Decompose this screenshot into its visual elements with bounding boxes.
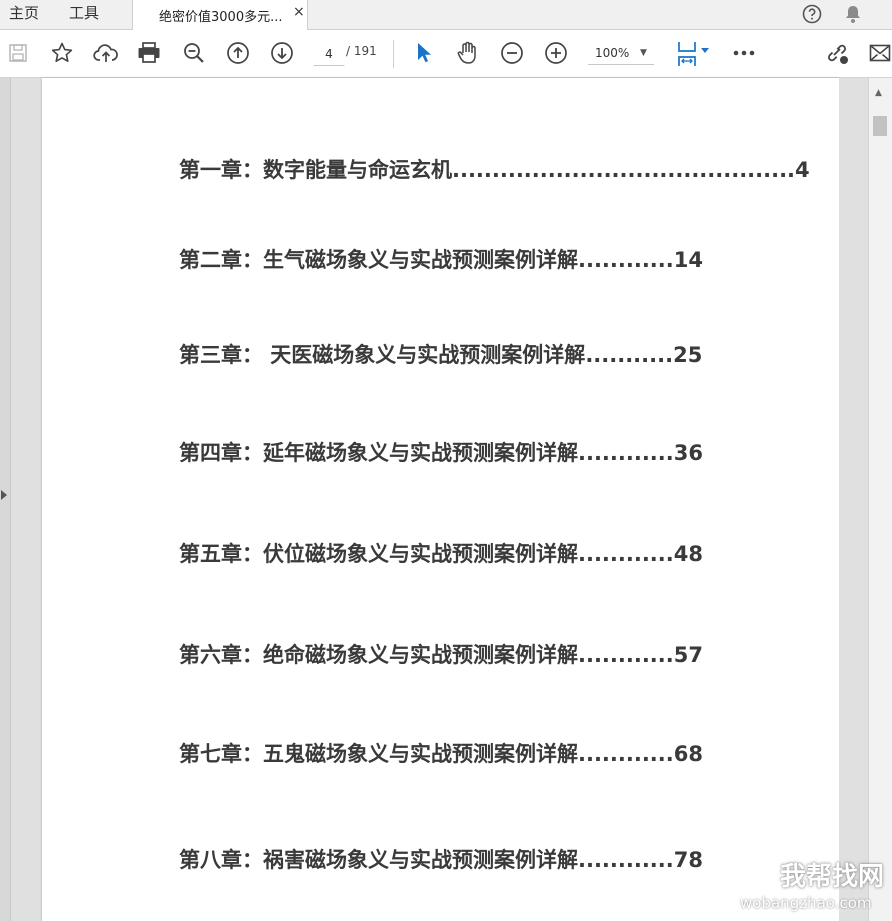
- chevron-right-icon[interactable]: [1, 490, 7, 500]
- toc-entry[interactable]: 第一章：数字能量与命运玄机...........................…: [179, 154, 810, 184]
- select-cursor-icon[interactable]: [412, 41, 436, 65]
- toc-entry-leader: ............: [578, 542, 674, 566]
- nav-home[interactable]: 主页: [9, 0, 39, 29]
- zoom-value: 100%: [595, 46, 630, 60]
- toc-entry-leader: ............: [578, 441, 674, 465]
- tab-bar: 主页 工具 绝密价值3000多元... ×: [0, 0, 892, 31]
- chevron-down-icon[interactable]: [700, 46, 710, 56]
- zoom-select[interactable]: 100% ▼: [588, 42, 654, 65]
- toc-entry-leader: ........................................…: [452, 158, 796, 182]
- document-tab[interactable]: 绝密价值3000多元... ×: [132, 0, 308, 31]
- toolbar-divider: [393, 40, 394, 68]
- chevron-down-icon: ▼: [640, 48, 647, 58]
- toolbar: 4 / 191 100% ▼: [0, 30, 892, 78]
- toc-entry-page: 48: [673, 542, 703, 566]
- scrollbar-thumb[interactable]: [873, 116, 887, 136]
- save-icon[interactable]: [7, 42, 29, 64]
- page-number-input[interactable]: 4: [313, 42, 345, 66]
- zoom-out-search-icon[interactable]: [181, 41, 207, 65]
- viewer-margin: [839, 78, 868, 921]
- toc-entry[interactable]: 第八章：祸害磁场象义与实战预测案例详解............78: [179, 844, 703, 874]
- hand-tool-icon[interactable]: [455, 40, 481, 66]
- more-options-icon[interactable]: [731, 42, 757, 64]
- help-icon[interactable]: [801, 3, 823, 25]
- toc-entry-page: 4: [795, 158, 810, 182]
- toc-entry-page: 36: [673, 441, 703, 465]
- toc-entry-page: 14: [673, 248, 703, 272]
- document-tab-title: 绝密价值3000多元...: [159, 10, 283, 25]
- email-icon[interactable]: [868, 42, 892, 64]
- toc-entry-leader: ............: [578, 848, 674, 872]
- next-page-icon[interactable]: [269, 41, 295, 65]
- toc-entry[interactable]: 第五章：伏位磁场象义与实战预测案例详解............48: [179, 538, 703, 568]
- document-viewer[interactable]: 第一章：数字能量与命运玄机...........................…: [0, 78, 892, 921]
- toc-entry-leader: ............: [578, 742, 674, 766]
- toc-entry[interactable]: 第四章：延年磁场象义与实战预测案例详解............36: [179, 437, 703, 467]
- watermark-text: 我帮找网: [780, 862, 885, 892]
- toc-entry-title: 第五章：伏位磁场象义与实战预测案例详解: [179, 542, 578, 566]
- toc-entry-title: 第一章：数字能量与命运玄机: [179, 158, 452, 182]
- toc-entry[interactable]: 第六章：绝命磁场象义与实战预测案例详解............57: [179, 639, 703, 669]
- zoom-in-icon[interactable]: [543, 41, 569, 65]
- pdf-page: 第一章：数字能量与命运玄机...........................…: [42, 78, 839, 921]
- upload-cloud-icon[interactable]: [93, 41, 119, 65]
- toc-entry[interactable]: 第三章： 天医磁场象义与实战预测案例详解...........25: [179, 339, 702, 369]
- toc-entry-page: 57: [673, 643, 703, 667]
- toc-entry-leader: ............: [578, 248, 674, 272]
- toc-entry-leader: ...........: [585, 343, 674, 367]
- watermark-url: wobangzhao.com: [740, 894, 872, 912]
- toc-entry-leader: ............: [578, 643, 674, 667]
- previous-page-icon[interactable]: [225, 41, 251, 65]
- toc-entry[interactable]: 第二章：生气磁场象义与实战预测案例详解............14: [179, 244, 703, 274]
- toc-entry-page: 68: [673, 742, 703, 766]
- page-total: / 191: [346, 44, 377, 58]
- close-tab-icon[interactable]: ×: [293, 4, 305, 20]
- fit-page-icon[interactable]: [675, 40, 699, 68]
- toc-entry-title: 第六章：绝命磁场象义与实战预测案例详解: [179, 643, 578, 667]
- zoom-out-icon[interactable]: [499, 41, 525, 65]
- site-watermark: 我帮找网 wobangzhao.com: [736, 850, 886, 920]
- nav-tools[interactable]: 工具: [69, 0, 99, 29]
- toc-entry-page: 25: [673, 343, 703, 367]
- toc-entry-page: 78: [673, 848, 703, 872]
- share-link-icon[interactable]: [823, 41, 851, 65]
- scroll-up-icon[interactable]: ▲: [875, 88, 882, 98]
- magnifier-logo-icon: [739, 857, 777, 894]
- left-panel-handle[interactable]: [0, 78, 11, 921]
- toc-entry[interactable]: 第七章：五鬼磁场象义与实战预测案例详解............68: [179, 738, 703, 768]
- bell-icon[interactable]: [842, 3, 864, 25]
- star-icon[interactable]: [49, 41, 75, 65]
- toc-entry-title: 第七章：五鬼磁场象义与实战预测案例详解: [179, 742, 578, 766]
- toc-entry-title: 第二章：生气磁场象义与实战预测案例详解: [179, 248, 578, 272]
- toc-entry-title: 第三章： 天医磁场象义与实战预测案例详解: [179, 343, 586, 367]
- vertical-scrollbar[interactable]: ▲: [868, 78, 892, 921]
- toc-entry-title: 第四章：延年磁场象义与实战预测案例详解: [179, 441, 578, 465]
- toc-entry-title: 第八章：祸害磁场象义与实战预测案例详解: [179, 848, 578, 872]
- print-icon[interactable]: [136, 41, 162, 65]
